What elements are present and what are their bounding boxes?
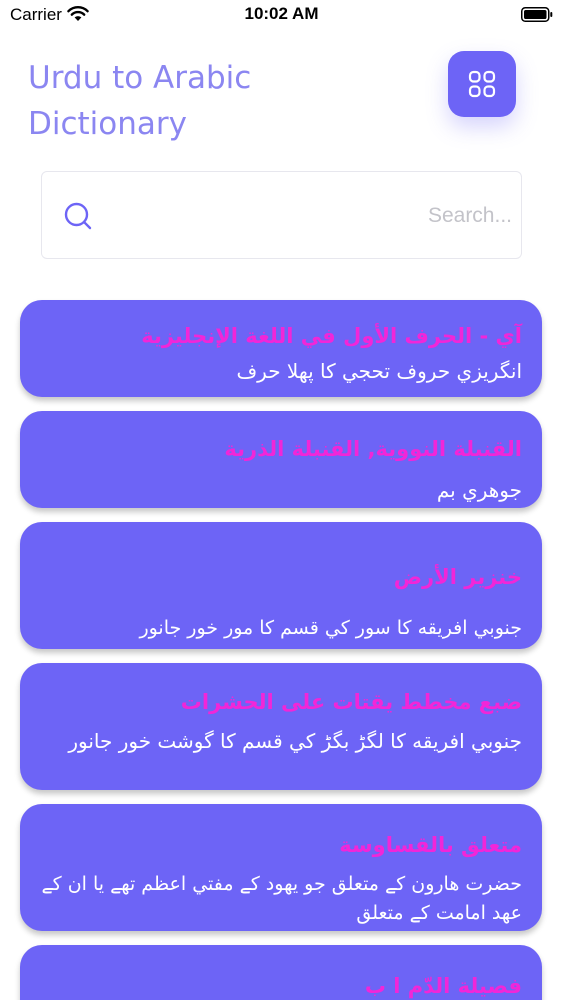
page-title: Urdu to Arabic Dictionary xyxy=(28,60,252,142)
urdu-meaning: جنوبي افريقه کا سور کي قسم کا مور خور جا… xyxy=(139,617,522,639)
search-icon[interactable] xyxy=(62,200,94,232)
screen: Carrier 10:02 AM Urdu to Arabic Dictiona… xyxy=(0,0,563,1000)
word-card[interactable]: متعلق بالقساوسة حضرت هارون کے متعلق جو ی… xyxy=(20,804,542,931)
arabic-word: القنبلة النووية, القنبلة الذرية xyxy=(224,437,522,461)
arabic-word: فصيلة الدّم ا ب xyxy=(364,974,522,998)
urdu-meaning: انگريزي حروف تحجي کا پهلا حرف xyxy=(236,359,522,383)
urdu-meaning: جنوبي افريقه کا لگڑ بگڑ کي قسم کا گوشت خ… xyxy=(68,729,522,753)
clock: 10:02 AM xyxy=(244,4,319,23)
arabic-word: آي - الحرف الأول في اللغة الإنجليزية xyxy=(141,324,522,348)
arabic-word: خنزير الأرض xyxy=(393,565,522,589)
status-bar: Carrier 10:02 AM xyxy=(0,0,563,30)
word-card[interactable]: القنبلة النووية, القنبلة الذرية جوهري بم xyxy=(20,411,542,508)
word-card[interactable]: خنزير الأرض جنوبي افريقه کا سور کي قسم ک… xyxy=(20,522,542,649)
arabic-word: متعلق بالقساوسة xyxy=(339,833,522,857)
urdu-meaning: حضرت هارون کے متعلق جو یهود کے مفتي اعظم… xyxy=(41,873,522,924)
arabic-word: ضبع مخطط يقتات على الحشرات xyxy=(180,690,522,714)
battery-icon xyxy=(521,7,553,22)
urdu-meaning: جوهري بم xyxy=(436,478,522,502)
search-bar xyxy=(41,171,522,259)
search-input[interactable] xyxy=(112,192,512,240)
word-card[interactable]: آي - الحرف الأول في اللغة الإنجليزية انگ… xyxy=(20,300,542,397)
grid-icon xyxy=(468,70,496,98)
word-card[interactable]: ضبع مخطط يقتات على الحشرات جنوبي افريقه … xyxy=(20,663,542,790)
menu-button[interactable] xyxy=(448,51,516,117)
word-card[interactable]: فصيلة الدّم ا ب xyxy=(20,945,542,1000)
